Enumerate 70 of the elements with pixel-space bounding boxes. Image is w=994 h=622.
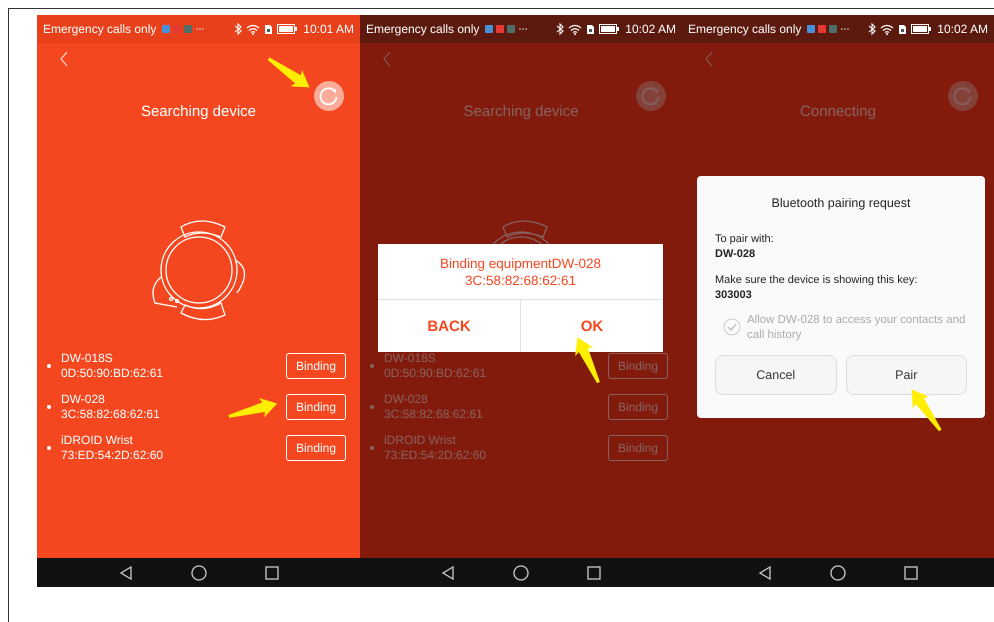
device-name: iDROID Wrist	[61, 432, 134, 448]
notification-icons	[162, 24, 206, 34]
back-nav-icon[interactable]	[118, 566, 132, 580]
notification-icons	[807, 24, 852, 34]
binding-button[interactable]: Binding	[286, 434, 346, 460]
pair-label: To pair with:	[715, 232, 775, 247]
bullet-icon	[47, 404, 51, 408]
bullet-icon	[47, 364, 51, 368]
binding-button[interactable]: Binding	[286, 352, 346, 378]
home-nav-icon[interactable]	[513, 564, 529, 580]
device-mac: 0D:50:90:BD:62:61	[384, 366, 488, 380]
back-nav-icon[interactable]	[441, 566, 455, 580]
binding-button[interactable]: Binding	[608, 352, 668, 378]
device-name: DW-028	[384, 392, 429, 406]
recents-nav-icon[interactable]	[904, 566, 918, 580]
recents-nav-icon[interactable]	[264, 566, 278, 580]
home-nav-icon[interactable]	[830, 564, 846, 580]
carrier-text: Emergency calls only	[688, 22, 802, 36]
bullet-icon	[47, 446, 51, 450]
back-icon[interactable]	[59, 51, 69, 67]
bluetooth-icon	[556, 23, 564, 35]
screen-title: Searching device	[140, 103, 258, 120]
screen-title: Searching device	[462, 103, 580, 120]
device-name: DW-018S	[61, 350, 114, 366]
bluetooth-icon	[868, 23, 876, 35]
recents-nav-icon[interactable]	[587, 566, 601, 580]
wifi-icon	[246, 24, 260, 34]
bullet-icon	[370, 446, 374, 450]
device-name: DW-028	[61, 392, 106, 406]
bluetooth-icon	[234, 23, 242, 35]
carrier-text: Emergency calls only	[366, 22, 480, 36]
sim-card-icon	[898, 24, 908, 34]
dialog-message: Binding equipmentDW-028	[440, 254, 602, 272]
battery-icon	[277, 24, 298, 34]
battery-icon	[599, 24, 620, 34]
device-mac: 3C:58:82:68:62:61	[61, 406, 161, 422]
refresh-button[interactable]	[314, 81, 344, 111]
notification-icons	[485, 24, 530, 34]
device-name: DW-028	[715, 247, 756, 262]
device-mac: 73:ED:54:2D:62:60	[61, 448, 164, 462]
dialog-button[interactable]: Pair	[846, 355, 967, 395]
binding-button[interactable]: Binding	[286, 394, 346, 420]
consent-label: Allow DW-028 to access your contacts and call history	[747, 313, 966, 343]
dialog-button[interactable]: Cancel	[715, 355, 836, 395]
device-mac: 73:ED:54:2D:62:60	[384, 448, 488, 462]
bullet-icon	[370, 404, 374, 408]
sim-card-icon	[586, 24, 596, 34]
bullet-icon	[370, 364, 374, 368]
device-mac: 0D:50:90:BD:62:61	[61, 366, 164, 380]
clock-time: 10:02 AM	[937, 22, 988, 36]
key-label: Make sure the device is showing this key:	[715, 273, 918, 288]
back-nav-icon[interactable]	[758, 566, 772, 580]
dialog-mac: 3C:58:82:68:62:61	[464, 272, 576, 288]
pairing-key: 303003	[715, 288, 967, 303]
binding-button[interactable]: Binding	[608, 394, 668, 420]
wifi-icon	[880, 24, 894, 34]
wifi-icon	[568, 24, 582, 34]
device-mac: 3C:58:82:68:62:61	[384, 406, 484, 422]
device-name: iDROID Wrist	[384, 432, 457, 448]
home-nav-icon[interactable]	[190, 564, 206, 580]
battery-icon	[911, 24, 932, 34]
clock-time: 10:02 AM	[625, 22, 676, 36]
carrier-text: Emergency calls only	[43, 22, 156, 36]
device-name: DW-018S	[384, 350, 437, 366]
dialog-title: Bluetooth pairing request	[770, 196, 912, 210]
screen-title: Connecting	[799, 103, 877, 120]
clock-time: 10:01 AM	[303, 22, 354, 36]
sim-card-icon	[264, 24, 274, 34]
checkbox[interactable]	[723, 318, 741, 336]
binding-button[interactable]: Binding	[608, 434, 668, 460]
